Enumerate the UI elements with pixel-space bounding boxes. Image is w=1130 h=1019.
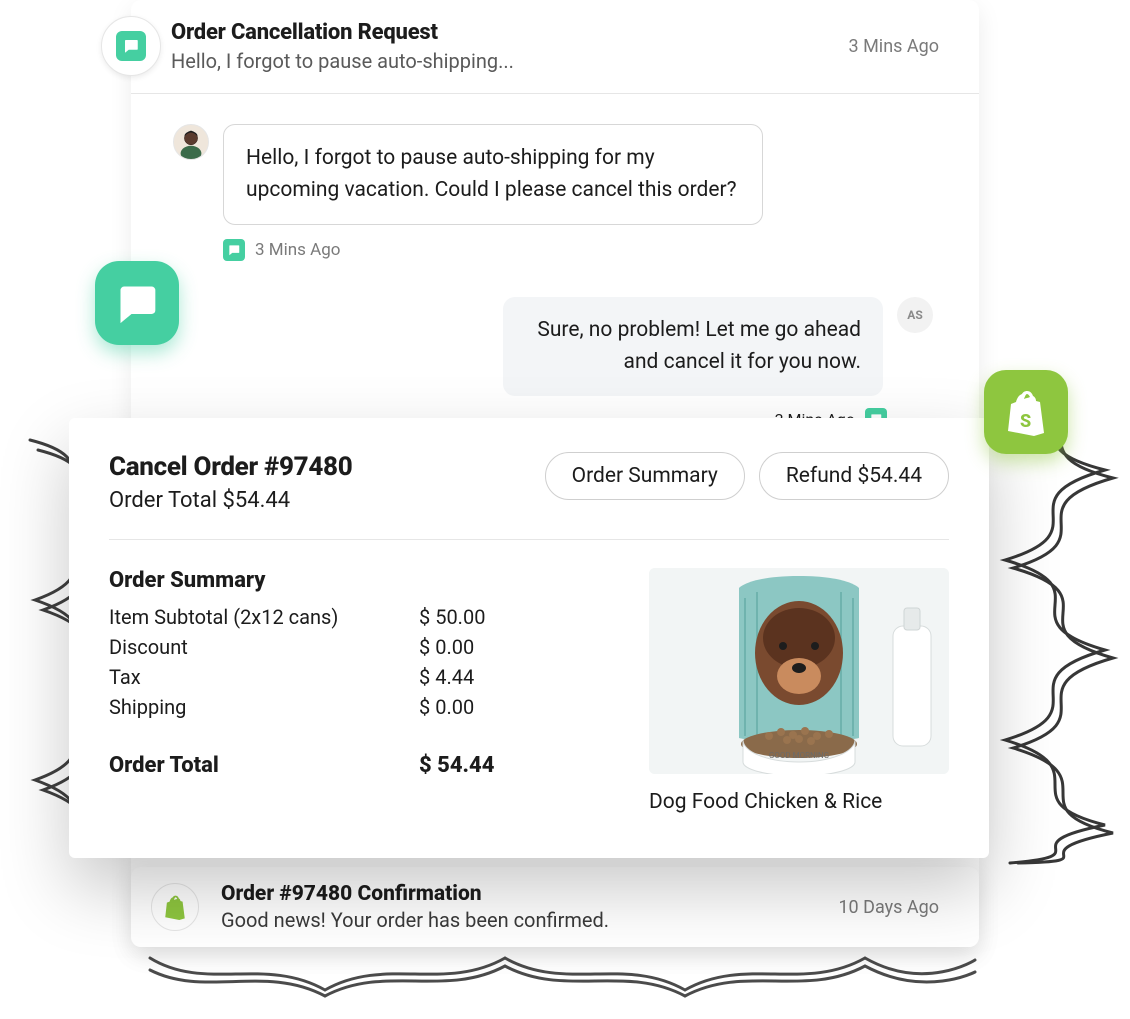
chat-body: Hello, I forgot to pause auto-shipping f… (131, 94, 979, 450)
order-confirmation-item[interactable]: Order #97480 Confirmation Good news! You… (131, 867, 979, 947)
line-shipping-label: Shipping (109, 695, 419, 719)
confirmation-subtitle: Good news! Your order has been confirmed… (221, 908, 609, 932)
order-summary-button[interactable]: Order Summary (545, 452, 745, 500)
cancel-order-subtitle: Order Total $54.44 (109, 488, 352, 513)
cancel-order-title: Cancel Order #97480 (109, 452, 352, 482)
line-discount-value: $ 0.00 (419, 635, 599, 659)
ticket-channel-badge (101, 16, 161, 76)
confirmation-title: Order #97480 Confirmation (221, 882, 609, 906)
shopify-icon (151, 883, 199, 931)
product-name: Dog Food Chicken & Rice (649, 790, 949, 814)
ticket-header[interactable]: Order Cancellation Request Hello, I forg… (131, 0, 979, 94)
line-shipping-value: $ 0.00 (419, 695, 599, 719)
customer-avatar[interactable] (173, 124, 209, 160)
shopify-badge: S (984, 370, 1068, 454)
agent-avatar[interactable]: AS (897, 297, 933, 333)
product-image: GOOD MORNING (649, 568, 949, 774)
cancel-order-header: Cancel Order #97480 Order Total $54.44 O… (109, 452, 949, 540)
line-tax-label: Tax (109, 665, 419, 689)
chat-icon (116, 31, 146, 61)
decorative-scribble-bottom (145, 950, 980, 1000)
confirmation-time: 10 Days Ago (838, 897, 939, 918)
ticket-preview: Hello, I forgot to pause auto-shipping..… (171, 49, 514, 73)
customer-message-bubble: Hello, I forgot to pause auto-shipping f… (223, 124, 763, 225)
customer-message-meta: 3 Mins Ago (223, 239, 937, 261)
refund-button[interactable]: Refund $54.44 (759, 452, 949, 500)
customer-message-time: 3 Mins Ago (255, 240, 340, 260)
agent-message-row: Sure, no problem! Let me go ahead and ca… (173, 297, 937, 396)
product-block: GOOD MORNING Dog Food Chicken & Rice (649, 568, 949, 814)
bowl-text: GOOD MORNING (769, 751, 829, 760)
line-subtotal-label: Item Subtotal (2x12 cans) (109, 605, 419, 629)
line-total-value: $ 54.44 (419, 753, 599, 778)
line-tax-value: $ 4.44 (419, 665, 599, 689)
ticket-time: 3 Mins Ago (849, 36, 939, 57)
chat-app-badge (95, 261, 179, 345)
cancel-order-card: Cancel Order #97480 Order Total $54.44 O… (69, 418, 989, 858)
agent-message-bubble: Sure, no problem! Let me go ahead and ca… (503, 297, 883, 396)
decorative-scribble-right (990, 385, 1120, 865)
line-total-label: Order Total (109, 753, 419, 778)
ticket-title: Order Cancellation Request (171, 20, 514, 45)
shopify-s-letter: S (1020, 411, 1031, 432)
customer-message-row: Hello, I forgot to pause auto-shipping f… (173, 124, 937, 225)
order-summary: Order Summary Item Subtotal (2x12 cans) … (109, 568, 599, 814)
line-subtotal-value: $ 50.00 (419, 605, 599, 629)
line-discount-label: Discount (109, 635, 419, 659)
chat-icon (223, 239, 245, 261)
order-summary-heading: Order Summary (109, 568, 599, 593)
